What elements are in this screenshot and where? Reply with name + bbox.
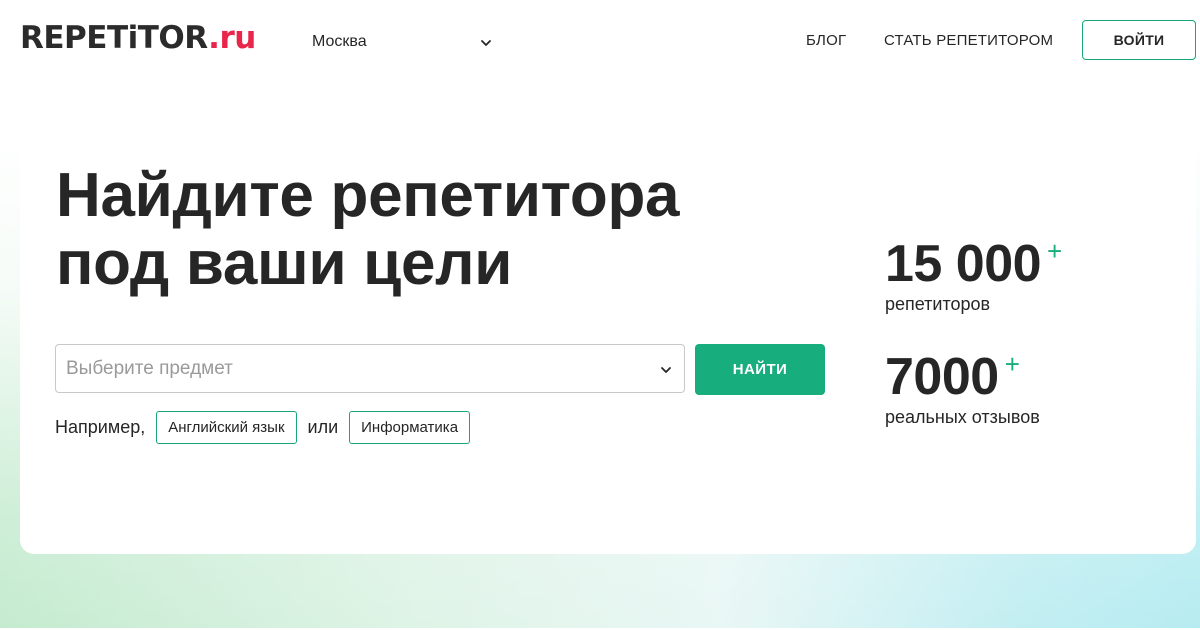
stat-tutors: 15 000 + репетиторов	[885, 236, 1062, 315]
site-header: REPETiTOR.ru Москва БЛОГ СТАТЬ РЕПЕТИТОР…	[0, 0, 1200, 80]
stat-value: 7000	[885, 348, 999, 406]
examples-or: или	[307, 416, 339, 437]
plus-icon: +	[1004, 349, 1020, 379]
page-title: Найдите репетитора под ваши цели	[56, 162, 776, 298]
chevron-down-icon[interactable]	[660, 364, 672, 376]
subject-select[interactable]	[55, 344, 685, 393]
hero-card: Найдите репетитора под ваши цели НАЙТИ Н…	[20, 100, 1196, 554]
site-logo[interactable]: REPETiTOR.ru	[20, 20, 256, 56]
example-chip-english[interactable]: Английский язык	[156, 410, 297, 444]
stat-label: репетиторов	[885, 294, 991, 314]
search-examples: Например, Английский язык или Информатик…	[55, 410, 471, 444]
stat-reviews: 7000 + реальных отзывов	[885, 349, 1040, 428]
title-line-2: под ваши цели	[56, 229, 513, 298]
login-button[interactable]: ВОЙТИ	[1082, 20, 1196, 60]
chevron-down-icon	[481, 40, 491, 46]
find-button[interactable]: НАЙТИ	[695, 344, 825, 395]
nav-link-become-tutor[interactable]: СТАТЬ РЕПЕТИТОРОМ	[884, 32, 1053, 49]
example-chip-informatics[interactable]: Информатика	[349, 410, 471, 444]
plus-icon: +	[1047, 236, 1063, 266]
subject-search-input[interactable]	[66, 345, 646, 392]
nav-link-blog[interactable]: БЛОГ	[806, 32, 846, 49]
city-selector-value: Москва	[312, 33, 367, 50]
logo-suffix-text: .ru	[208, 20, 256, 56]
stat-value: 15 000	[885, 235, 1042, 293]
logo-main-text: REPETiTOR	[20, 20, 209, 56]
title-line-1: Найдите репетитора	[56, 161, 680, 230]
examples-prefix: Например,	[55, 416, 146, 437]
city-selector[interactable]: Москва	[312, 33, 492, 55]
stat-label: реальных отзывов	[885, 407, 1040, 427]
